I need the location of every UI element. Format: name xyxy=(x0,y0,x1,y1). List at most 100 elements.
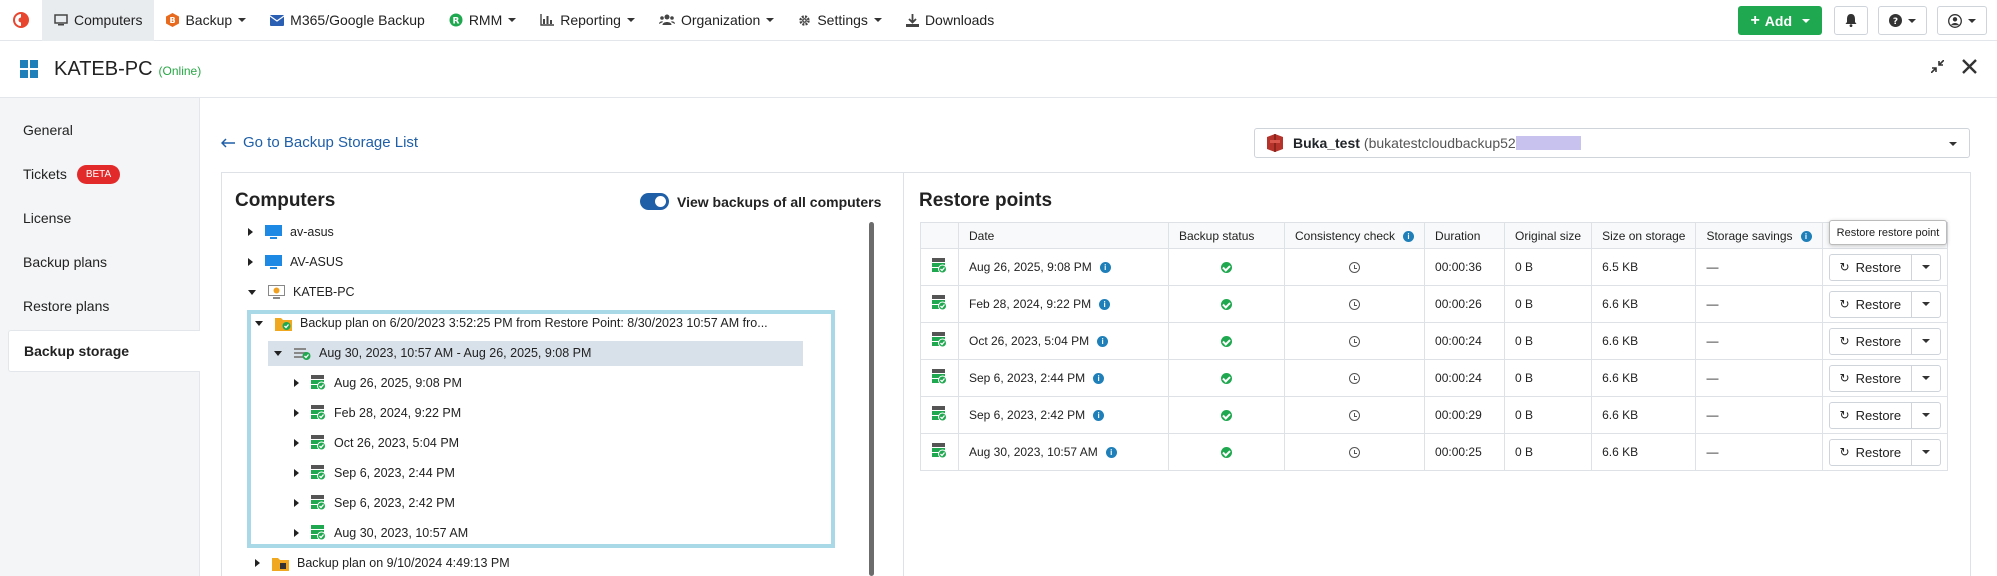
tooltip: Restore restore point xyxy=(1829,220,1947,245)
expand-icon[interactable] xyxy=(294,409,299,417)
expand-icon[interactable] xyxy=(294,499,299,507)
collapse-icon[interactable] xyxy=(255,320,263,326)
help-button[interactable]: ? xyxy=(1878,6,1927,35)
info-icon[interactable]: i xyxy=(1105,447,1117,459)
column-header-backup-status[interactable]: Backup status xyxy=(1168,222,1285,249)
clock-icon xyxy=(1349,262,1361,274)
tree-node[interactable]: Oct 26, 2023, 5:04 PM xyxy=(294,431,459,455)
restore-dropdown-button[interactable] xyxy=(1912,255,1940,280)
storage-account-select[interactable]: Buka_test (bukatestcloudbackup52 xyxy=(1254,128,1970,158)
tree-node-selected[interactable]: Aug 30, 2023, 10:57 AM - Aug 26, 2025, 9… xyxy=(274,341,591,365)
nav-settings[interactable]: Settings xyxy=(786,0,894,41)
nav-rmm[interactable]: R RMM xyxy=(437,0,528,41)
expand-icon[interactable] xyxy=(294,469,299,477)
expand-icon[interactable] xyxy=(294,439,299,447)
collapse-icon[interactable] xyxy=(274,350,282,356)
tree-node[interactable]: Aug 26, 2025, 9:08 PM xyxy=(294,371,462,395)
success-check-icon xyxy=(1221,410,1232,422)
brand-logo-icon[interactable] xyxy=(0,0,42,41)
sidebar-item-backup-plans[interactable]: Backup plans xyxy=(8,242,200,282)
table-row[interactable]: Sep 6, 2023, 2:44 PM i 00:00:24 0 B 6.6 KB — ↻… xyxy=(920,359,1949,397)
info-icon[interactable]: i xyxy=(1097,336,1109,348)
restore-button[interactable]: ↻ Restore xyxy=(1830,328,1913,354)
notifications-button[interactable] xyxy=(1834,6,1868,35)
restore-dropdown-button[interactable] xyxy=(1912,292,1940,317)
column-header-original-size[interactable]: Original size xyxy=(1504,222,1593,249)
sidebar-item-restore-plans[interactable]: Restore plans xyxy=(8,286,200,326)
back-to-storage-list-link[interactable]: Go to Backup Storage List xyxy=(221,134,418,151)
add-button[interactable]: + Add xyxy=(1738,6,1822,35)
sidebar-item-backup-storage[interactable]: Backup storage xyxy=(8,330,200,372)
column-header-storage-savings[interactable]: Storage savings i xyxy=(1695,222,1823,249)
expand-icon[interactable] xyxy=(248,228,253,236)
success-check-icon xyxy=(1221,299,1232,311)
tree-node[interactable]: AV-ASUS xyxy=(248,250,343,274)
tree-node[interactable]: Feb 28, 2024, 9:22 PM xyxy=(294,401,461,425)
restore-icon: ↻ xyxy=(1839,371,1850,385)
help-icon: ? xyxy=(1889,14,1902,27)
nav-downloads[interactable]: Downloads xyxy=(894,0,1006,41)
nav-organization-label: Organization xyxy=(680,12,761,28)
consistency-check-cell xyxy=(1283,396,1426,434)
restore-point-icon xyxy=(311,405,326,421)
tree-node[interactable]: KATEB-PC xyxy=(248,280,355,304)
tree-scrollbar[interactable] xyxy=(869,222,874,576)
nav-backup[interactable]: B Backup xyxy=(154,0,258,41)
restore-dropdown-button[interactable] xyxy=(1912,366,1940,391)
restore-button[interactable]: ↻ Restore xyxy=(1830,365,1913,391)
info-icon[interactable]: i xyxy=(1403,230,1415,242)
expand-icon[interactable] xyxy=(248,258,253,266)
table-row[interactable]: Sep 6, 2023, 2:42 PM i 00:00:29 0 B 6.6 KB — ↻… xyxy=(920,396,1949,434)
restore-point-icon xyxy=(920,359,959,397)
restore-dropdown-button[interactable] xyxy=(1912,440,1940,465)
nav-m365-google-backup[interactable]: M365/Google Backup xyxy=(258,0,437,41)
column-header-consistency-check[interactable]: Consistency check i xyxy=(1283,222,1426,249)
view-all-computers-toggle[interactable]: View backups of all computers xyxy=(640,193,881,210)
restore-dropdown-button[interactable] xyxy=(1912,329,1940,354)
tree-node[interactable]: Aug 30, 2023, 10:57 AM xyxy=(294,521,468,545)
expand-icon[interactable] xyxy=(294,379,299,387)
tree-node[interactable]: Backup plan on 6/20/2023 3:52:25 PM from… xyxy=(255,311,768,335)
collapse-icon[interactable] xyxy=(1931,60,1944,73)
tree-node[interactable]: Backup plan on 9/10/2024 4:49:13 PM xyxy=(255,551,510,575)
table-row[interactable]: Feb 28, 2024, 9:22 PM i 00:00:26 0 B 6.6 KB —… xyxy=(920,285,1949,323)
info-icon[interactable]: i xyxy=(1093,373,1105,385)
user-menu-button[interactable] xyxy=(1937,6,1987,35)
tree-node-label: Sep 6, 2023, 2:44 PM xyxy=(334,466,455,480)
info-icon[interactable]: i xyxy=(1099,299,1111,311)
column-header-date[interactable]: Date xyxy=(958,222,1169,249)
original-size-cell: 0 B xyxy=(1504,359,1593,397)
restore-dropdown-button[interactable] xyxy=(1912,403,1940,428)
info-icon[interactable]: i xyxy=(1099,262,1111,274)
tree-node-label: Feb 28, 2024, 9:22 PM xyxy=(334,406,462,420)
expand-icon[interactable] xyxy=(255,559,260,567)
info-icon[interactable]: i xyxy=(1800,230,1812,242)
sidebar-item-license[interactable]: License xyxy=(8,198,200,238)
restore-button[interactable]: ↻ Restore xyxy=(1830,254,1913,280)
nav-organization[interactable]: Organization xyxy=(647,0,786,41)
tree-node[interactable]: Sep 6, 2023, 2:42 PM xyxy=(294,491,455,515)
collapse-icon[interactable] xyxy=(248,289,256,295)
sidebar-item-tickets[interactable]: Tickets BETA xyxy=(8,154,200,194)
restore-button[interactable]: ↻ Restore xyxy=(1830,291,1913,317)
restore-button[interactable]: ↻ Restore xyxy=(1830,439,1913,465)
table-row[interactable]: Aug 30, 2023, 10:57 AM i 00:00:25 0 B 6.6 KB… xyxy=(920,433,1949,471)
restore-button[interactable]: ↻ Restore xyxy=(1830,402,1913,428)
tree-node[interactable]: Sep 6, 2023, 2:44 PM xyxy=(294,461,455,485)
sidebar-item-label: Backup storage xyxy=(24,343,130,359)
consistency-check-cell xyxy=(1283,322,1426,360)
tree-node[interactable]: av-asus xyxy=(248,220,334,244)
table-row[interactable]: Aug 26, 2025, 9:08 PM i 00:00:36 0 B 6.5 KB —… xyxy=(920,248,1949,286)
expand-icon[interactable] xyxy=(294,529,299,537)
nav-computers[interactable]: Computers xyxy=(42,0,155,41)
add-button-label: Add xyxy=(1764,12,1792,29)
info-icon[interactable]: i xyxy=(1093,410,1105,422)
nav-reporting[interactable]: Reporting xyxy=(528,0,647,41)
toggle-switch[interactable] xyxy=(640,193,669,210)
column-header-size-on-storage[interactable]: Size on storage xyxy=(1591,222,1697,249)
close-icon[interactable] xyxy=(1962,59,1977,74)
clock-icon xyxy=(1349,336,1361,348)
table-row[interactable]: Oct 26, 2023, 5:04 PM i 00:00:24 0 B 6.6 KB —… xyxy=(920,322,1949,360)
column-header-duration[interactable]: Duration xyxy=(1424,222,1506,249)
sidebar-item-general[interactable]: General xyxy=(8,110,200,150)
